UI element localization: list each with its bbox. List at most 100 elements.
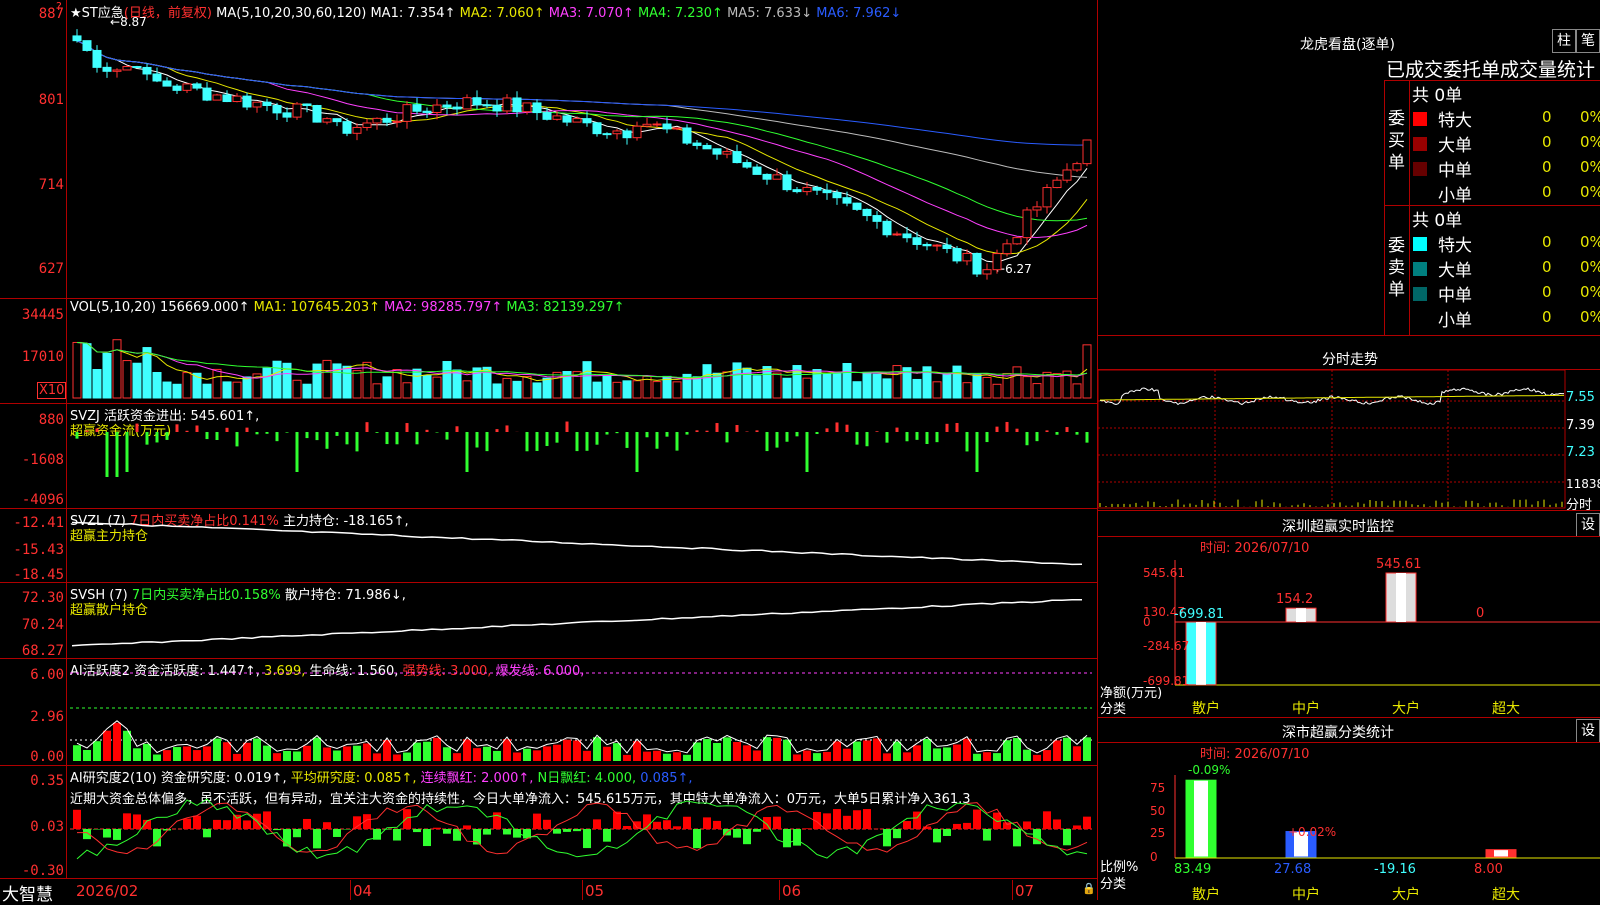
volume-bar — [383, 377, 391, 398]
research-bar — [113, 829, 121, 840]
research-bar — [1033, 829, 1041, 844]
research-bar — [663, 820, 671, 829]
candle-body — [903, 234, 911, 238]
activity-bar — [983, 752, 991, 761]
activity-bar — [263, 746, 271, 761]
candle-body — [1023, 210, 1031, 238]
candle-body — [753, 167, 761, 174]
lock-icon[interactable]: 🔒 — [1082, 882, 1096, 895]
research-bar — [763, 817, 771, 829]
intraday-title: 分时走势 — [1322, 349, 1378, 369]
volume-bar — [423, 375, 431, 398]
candle-body — [403, 105, 411, 122]
research-bar — [393, 829, 401, 841]
order-count: 0 — [1542, 108, 1552, 126]
activity-bar — [723, 737, 731, 761]
volume-bar — [803, 378, 811, 398]
activity-bar — [233, 754, 241, 761]
volume-bar — [553, 372, 561, 398]
research-bar — [533, 814, 541, 829]
volume-bar — [183, 373, 191, 398]
candle-body — [703, 145, 711, 148]
candle-body — [873, 216, 881, 222]
buy-side-label: 委买单 — [1388, 108, 1406, 174]
volume-bar — [443, 362, 451, 398]
research-bar — [713, 821, 721, 829]
activity-bar — [623, 755, 631, 761]
volume-bar — [83, 344, 91, 398]
class-bar-change: -0.09% — [1188, 763, 1230, 777]
class-settings-button[interactable]: 设 — [1576, 719, 1600, 743]
research-bar — [683, 817, 691, 829]
volume-bar — [153, 372, 161, 398]
candle-body — [303, 104, 311, 106]
dragon-title: 龙虎看盘(逐单) — [1300, 34, 1395, 54]
volume-bar — [523, 376, 531, 398]
order-count: 0 — [1542, 183, 1552, 201]
order-row: 大单00% — [1410, 256, 1600, 280]
candle-body — [783, 175, 791, 190]
activity-bar — [763, 737, 771, 761]
candle-body — [103, 67, 111, 71]
order-percent: 0% — [1580, 258, 1600, 276]
monitor-settings-button[interactable]: 设 — [1576, 513, 1600, 537]
candle-body — [773, 175, 781, 179]
research-bar — [273, 829, 281, 830]
activity-bar — [1073, 746, 1081, 761]
volume-bar — [103, 353, 111, 398]
activity-bar — [323, 747, 331, 761]
order-row: 中单00% — [1410, 156, 1600, 180]
candle-body — [543, 113, 551, 120]
research-bar — [883, 829, 891, 846]
activity-bar — [153, 755, 161, 761]
order-type-label: 中单 — [1438, 156, 1472, 181]
volume-bar — [503, 378, 511, 398]
research-bar — [1063, 829, 1071, 845]
volume-bar — [853, 382, 861, 398]
volume-bar — [833, 373, 841, 398]
pen-button[interactable]: 笔 — [1576, 29, 1600, 53]
research-bar — [963, 823, 971, 829]
research-bar — [693, 829, 701, 848]
candle-body — [93, 50, 101, 67]
activity-bar — [413, 743, 421, 761]
candle-body — [273, 105, 281, 112]
candle-body — [813, 187, 821, 190]
volume-bar — [323, 360, 331, 398]
column-button[interactable]: 柱 — [1552, 29, 1576, 53]
candle-body — [503, 98, 511, 111]
volume-bar — [293, 380, 301, 398]
intraday-avg-line — [1100, 395, 1564, 400]
activity-bar — [353, 746, 361, 761]
volume-bar — [933, 382, 941, 398]
class-bar-edge — [1208, 780, 1216, 857]
research-bar — [413, 829, 421, 832]
candle-body — [643, 124, 651, 126]
candle-body — [653, 124, 661, 125]
class-bar-value: 83.49 — [1174, 862, 1211, 877]
research-bar — [863, 809, 871, 829]
research-bar — [223, 820, 231, 829]
activity-bar — [813, 753, 821, 761]
sell-total: 共 0单 — [1412, 206, 1462, 231]
activity-bar — [293, 751, 301, 761]
activity-bar — [543, 746, 551, 761]
class-tick: 0 — [1150, 850, 1158, 864]
activity-bar — [653, 751, 661, 761]
activity-bar — [1053, 740, 1061, 761]
activity-bar — [443, 747, 451, 761]
activity-bar — [363, 743, 371, 761]
volume-bar — [873, 374, 881, 398]
research-bar — [333, 829, 341, 837]
order-type-label: 大单 — [1438, 256, 1472, 281]
candle-body — [793, 190, 801, 192]
candle-body — [443, 105, 451, 107]
research-bar — [73, 810, 81, 829]
ma-line — [77, 41, 1087, 254]
research-bar — [973, 810, 981, 829]
research-bar — [843, 816, 851, 829]
volume-bar — [943, 373, 951, 398]
candle-body — [223, 95, 231, 102]
order-percent: 0% — [1580, 108, 1600, 126]
candle-body — [973, 253, 981, 274]
